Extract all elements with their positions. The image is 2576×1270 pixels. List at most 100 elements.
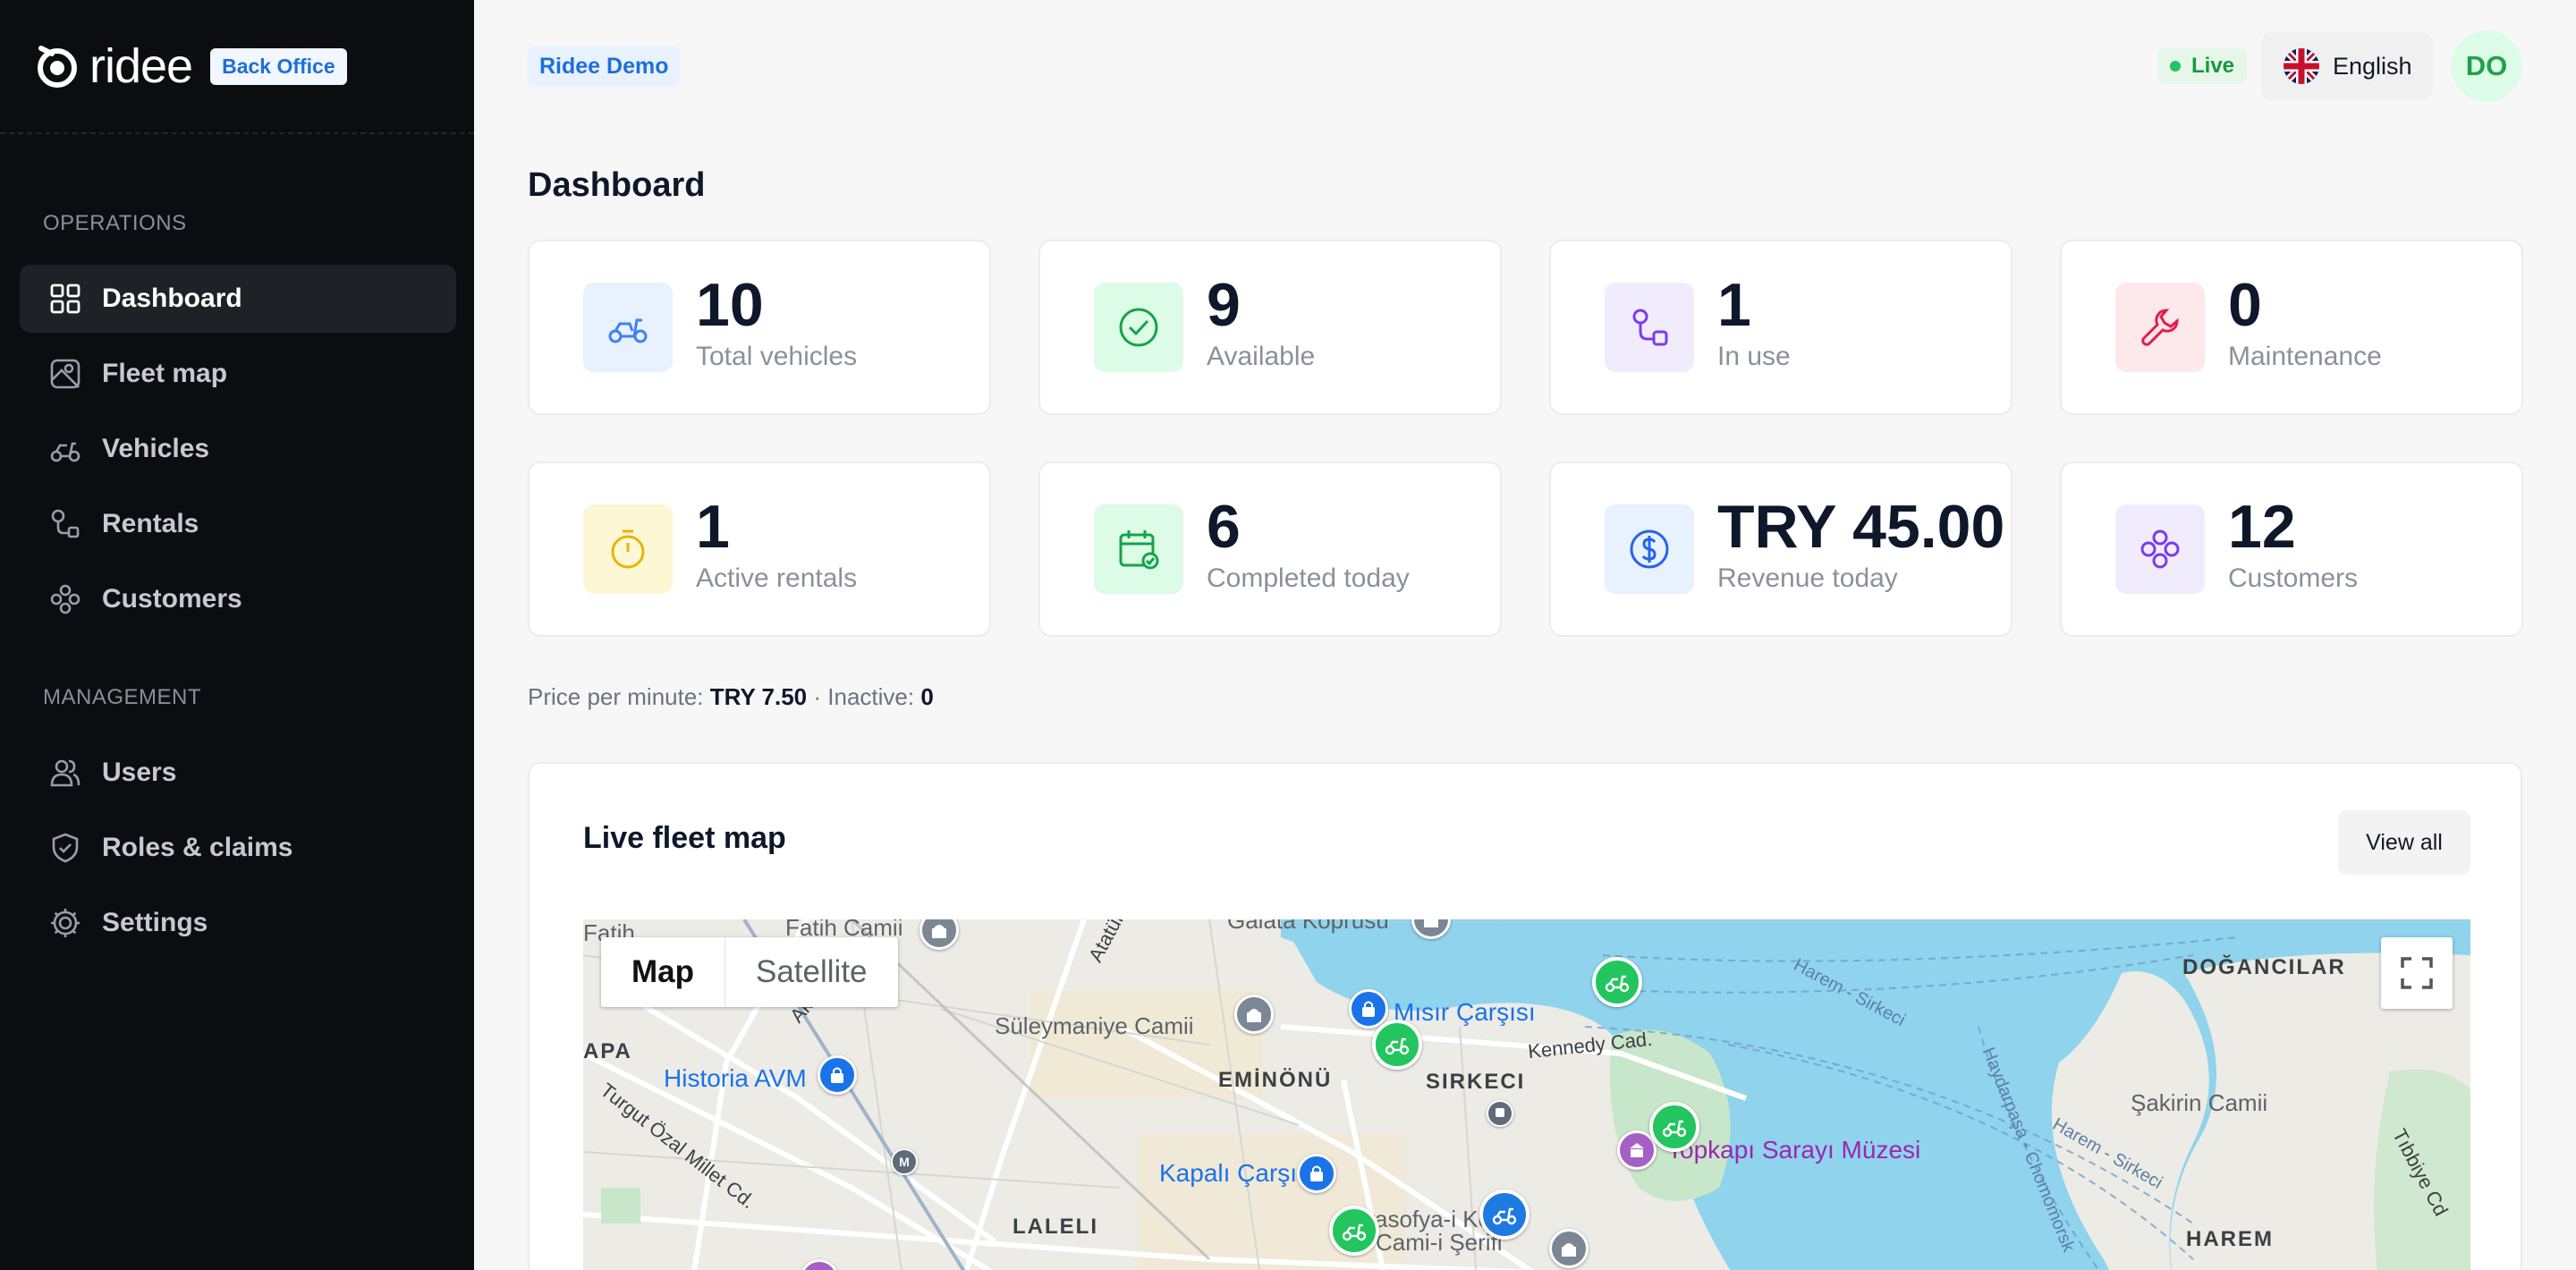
language-label: English — [2333, 52, 2412, 80]
brand[interactable]: ridee Back Office — [34, 41, 347, 91]
map-label: DOĞANCILAR — [2182, 955, 2346, 979]
stat-card-revenue-today: TRY 45.00 Revenue today — [1549, 461, 2012, 637]
fullscreen-icon — [2401, 957, 2433, 989]
live-label: Live — [2191, 54, 2235, 78]
map-icon — [48, 357, 82, 391]
stat-value: 9 — [1207, 271, 1241, 339]
stat-label: Maintenance — [2228, 342, 2382, 371]
map-label: LALELI — [1013, 1215, 1098, 1239]
map-label: Mısır Çarşısı — [1394, 998, 1536, 1026]
sidebar-divider — [0, 132, 474, 134]
shield-icon — [48, 831, 82, 865]
language-selector[interactable]: English — [2261, 32, 2433, 100]
customers-icon — [2115, 504, 2205, 594]
inactive-value: 0 — [920, 683, 934, 710]
vehicle-marker-icon[interactable] — [1592, 957, 1642, 1007]
sidebar-item-fleet-map[interactable]: Fleet map — [20, 340, 456, 408]
stat-label: Revenue today — [1717, 563, 1898, 593]
sidebar-item-label: Customers — [102, 584, 242, 614]
shopping-pin-icon[interactable] — [818, 1055, 857, 1095]
sidebar-item-dashboard[interactable]: Dashboard — [20, 265, 456, 333]
sidebar-item-label: Fleet map — [102, 359, 228, 388]
pricing-info: Price per minute: TRY 7.50 · Inactive: 0 — [528, 683, 934, 711]
live-status-badge: Live — [2157, 48, 2248, 84]
live-dot-icon — [2170, 61, 2181, 72]
stat-card-in-use: 1 In use — [1549, 240, 2012, 415]
scooter-icon — [583, 283, 673, 372]
map-label: Galata Köprüsü — [1227, 919, 1389, 934]
vehicle-in-use-marker-icon[interactable] — [1479, 1190, 1530, 1240]
sidebar-item-label: Rentals — [102, 509, 199, 538]
stat-label: Total vehicles — [696, 342, 858, 371]
stopwatch-icon — [583, 504, 673, 594]
sidebar-item-label: Dashboard — [102, 284, 242, 313]
calendar-check-icon — [1094, 504, 1183, 594]
map-label: SIRKECI — [1426, 1070, 1526, 1094]
page-title: Dashboard — [528, 166, 706, 204]
fullscreen-button[interactable] — [2381, 937, 2453, 1009]
map-label: Şakirin Camii — [2131, 1089, 2268, 1116]
map-label: Süleymaniye Camii — [995, 1012, 1194, 1039]
fleet-map[interactable]: Fatih Fatih Camii Galata Köprüsü Atatürk… — [583, 919, 2470, 1270]
ridee-logo-icon — [38, 46, 77, 88]
stat-card-customers: 12 Customers — [2060, 461, 2523, 637]
stat-value: 0 — [2228, 271, 2262, 339]
stat-card-completed-today: 6 Completed today — [1038, 461, 1502, 637]
route-icon — [48, 507, 82, 541]
map-label: EMİNÖNÜ — [1218, 1068, 1333, 1092]
check-circle-icon — [1094, 283, 1183, 372]
stat-value: 12 — [2228, 493, 2296, 561]
vehicle-marker-icon[interactable] — [1372, 1020, 1422, 1070]
brand-name: ridee — [89, 39, 193, 93]
scooter-icon — [48, 432, 82, 466]
sidebar-item-customers[interactable]: Customers — [20, 565, 456, 633]
sidebar-item-label: Vehicles — [102, 434, 210, 463]
stat-label: Active rentals — [696, 563, 858, 593]
map-type-map-button[interactable]: Map — [601, 937, 725, 1007]
stat-label: Customers — [2228, 563, 2359, 593]
vehicle-marker-icon[interactable] — [1329, 1206, 1379, 1256]
sidebar-item-label: Users — [102, 758, 177, 787]
mosque-pin-icon[interactable] — [1549, 1229, 1589, 1268]
map-type-toggle: Map Satellite — [601, 937, 898, 1007]
dollar-icon — [1605, 504, 1694, 594]
price-label: Price per minute: — [528, 683, 710, 710]
map-label: Cami-i Şerifi — [1376, 1229, 1503, 1256]
stat-value: 1 — [696, 493, 730, 561]
view-all-button[interactable]: View all — [2338, 810, 2470, 875]
price-value: TRY 7.50 — [709, 683, 808, 710]
sidebar-item-users[interactable]: Users — [20, 739, 456, 807]
map-type-satellite-button[interactable]: Satellite — [725, 937, 898, 1007]
sidebar-item-label: Roles & claims — [102, 833, 293, 862]
stat-card-available: 9 Available — [1038, 240, 1502, 415]
vehicle-marker-icon[interactable] — [1649, 1102, 1699, 1152]
org-badge: Ridee Demo — [528, 47, 681, 87]
shopping-pin-icon[interactable] — [1349, 989, 1388, 1029]
section-management: MANAGEMENT — [43, 685, 202, 709]
stat-label: Completed today — [1207, 563, 1410, 593]
live-fleet-map-card: Live fleet map View all Fatih Fatih Cami… — [528, 762, 2522, 1270]
sidebar-item-roles-claims[interactable]: Roles & claims — [20, 814, 456, 882]
back-office-badge: Back Office — [210, 47, 347, 85]
sidebar-item-rentals[interactable]: Rentals — [20, 490, 456, 558]
section-operations: OPERATIONS — [43, 211, 187, 235]
sidebar-item-vehicles[interactable]: Vehicles — [20, 415, 456, 483]
shopping-pin-icon[interactable] — [1297, 1154, 1336, 1193]
stat-value: TRY 45.00 — [1717, 493, 2005, 561]
stat-card-total-vehicles: 10 Total vehicles — [528, 240, 991, 415]
stat-value: 1 — [1717, 271, 1751, 339]
wrench-icon — [2115, 283, 2205, 372]
users-icon — [48, 756, 82, 790]
inactive-label: · Inactive: — [807, 683, 921, 710]
sidebar: ridee Back Office OPERATIONS Dashboard F… — [0, 0, 474, 1270]
map-label: Topkapı Sarayı Müzesi — [1667, 1136, 1921, 1164]
gear-icon — [48, 906, 82, 940]
stat-value: 10 — [696, 271, 764, 339]
sidebar-item-settings[interactable]: Settings — [20, 889, 456, 957]
stat-label: In use — [1717, 342, 1791, 371]
sidebar-item-label: Settings — [102, 908, 208, 937]
stat-value: 6 — [1207, 493, 1241, 561]
mosque-pin-icon[interactable] — [1234, 995, 1274, 1034]
stat-card-maintenance: 0 Maintenance — [2060, 240, 2523, 415]
avatar[interactable]: DO — [2451, 30, 2522, 102]
